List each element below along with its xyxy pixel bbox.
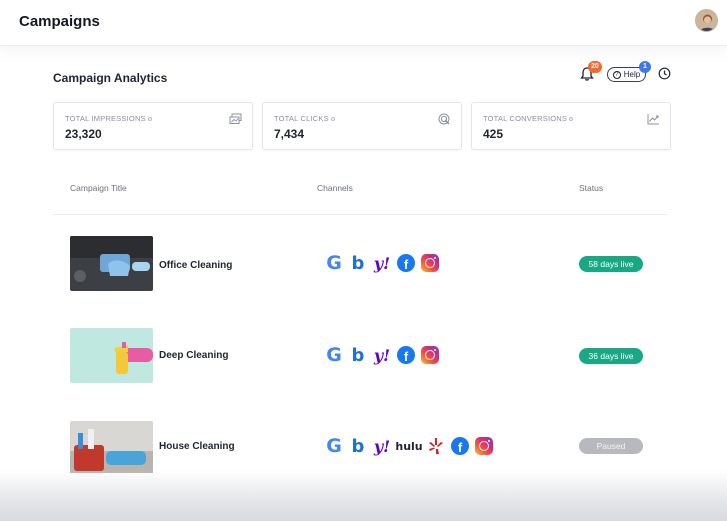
impressions-icon	[229, 113, 242, 124]
status-badge: 36 days live	[579, 348, 643, 364]
yelp-icon	[426, 436, 446, 456]
table-row[interactable]: Office Cleaning G b y! f 58 days live	[0, 235, 727, 295]
campaign-thumbnail	[70, 421, 153, 476]
office-cleaning-image	[70, 236, 153, 291]
bottom-fade	[0, 470, 727, 521]
stat-label: TOTAL IMPRESSIONS	[65, 114, 152, 123]
stat-value: 23,320	[65, 127, 102, 141]
bing-icon: b	[351, 344, 365, 366]
bing-icon: b	[351, 252, 365, 274]
hulu-icon: hulu	[395, 439, 423, 453]
campaign-thumbnail	[70, 236, 153, 291]
user-avatar[interactable]	[695, 9, 718, 32]
google-icon: G	[326, 252, 342, 274]
yahoo-icon: y!	[373, 345, 391, 365]
campaign-title[interactable]: House Cleaning	[159, 441, 235, 452]
section-title: Campaign Analytics	[53, 71, 168, 85]
status-badge: 58 days live	[579, 256, 643, 272]
campaign-title[interactable]: Deep Cleaning	[159, 350, 228, 361]
campaign-thumbnail	[70, 328, 153, 383]
instagram-icon	[421, 346, 439, 364]
deep-cleaning-image	[70, 328, 153, 383]
yahoo-icon: y!	[373, 436, 391, 456]
avatar-image	[696, 10, 717, 31]
stat-label: TOTAL CONVERSIONS	[483, 114, 574, 123]
instagram-icon	[475, 437, 493, 455]
facebook-icon: f	[397, 346, 415, 364]
house-cleaning-image	[70, 421, 153, 473]
column-header-title[interactable]: Campaign Title	[70, 183, 127, 193]
conversions-icon	[647, 114, 659, 125]
facebook-icon: f	[451, 437, 469, 455]
question-icon: ?	[612, 70, 621, 79]
channel-list: G b y! f	[324, 252, 440, 274]
stat-value: 425	[483, 127, 504, 141]
google-icon: G	[326, 435, 342, 457]
bing-icon: b	[351, 435, 365, 457]
page-title: Campaigns	[19, 13, 100, 30]
header-divider	[53, 214, 667, 215]
table-row[interactable]: Deep Cleaning G b y! f 36 days live	[0, 327, 727, 387]
yahoo-icon: y!	[373, 253, 391, 273]
clicks-icon	[438, 113, 450, 125]
channel-list: G b y! f	[324, 344, 440, 366]
help-badge: 1	[639, 61, 651, 73]
stat-card-impressions: TOTAL IMPRESSIONS 23,320	[53, 102, 253, 150]
stat-card-clicks: TOTAL CLICKS 7,434	[262, 102, 462, 150]
campaign-title[interactable]: Office Cleaning	[159, 260, 232, 271]
stat-label: TOTAL CLICKS	[274, 114, 335, 123]
top-bar: Campaigns	[0, 0, 727, 46]
notification-badge: 20	[588, 61, 602, 73]
google-icon: G	[326, 344, 342, 366]
instagram-icon	[421, 254, 439, 272]
column-header-status[interactable]: Status	[579, 183, 603, 193]
help-label: Help	[623, 70, 641, 79]
facebook-icon: f	[397, 254, 415, 272]
channel-list: G b y! hulu f	[324, 435, 494, 457]
column-header-channels[interactable]: Channels	[317, 183, 353, 193]
stat-value: 7,434	[274, 127, 305, 141]
clock-icon[interactable]	[658, 67, 671, 80]
stat-card-conversions: TOTAL CONVERSIONS 425	[471, 102, 671, 150]
status-badge: Paused	[579, 438, 643, 454]
